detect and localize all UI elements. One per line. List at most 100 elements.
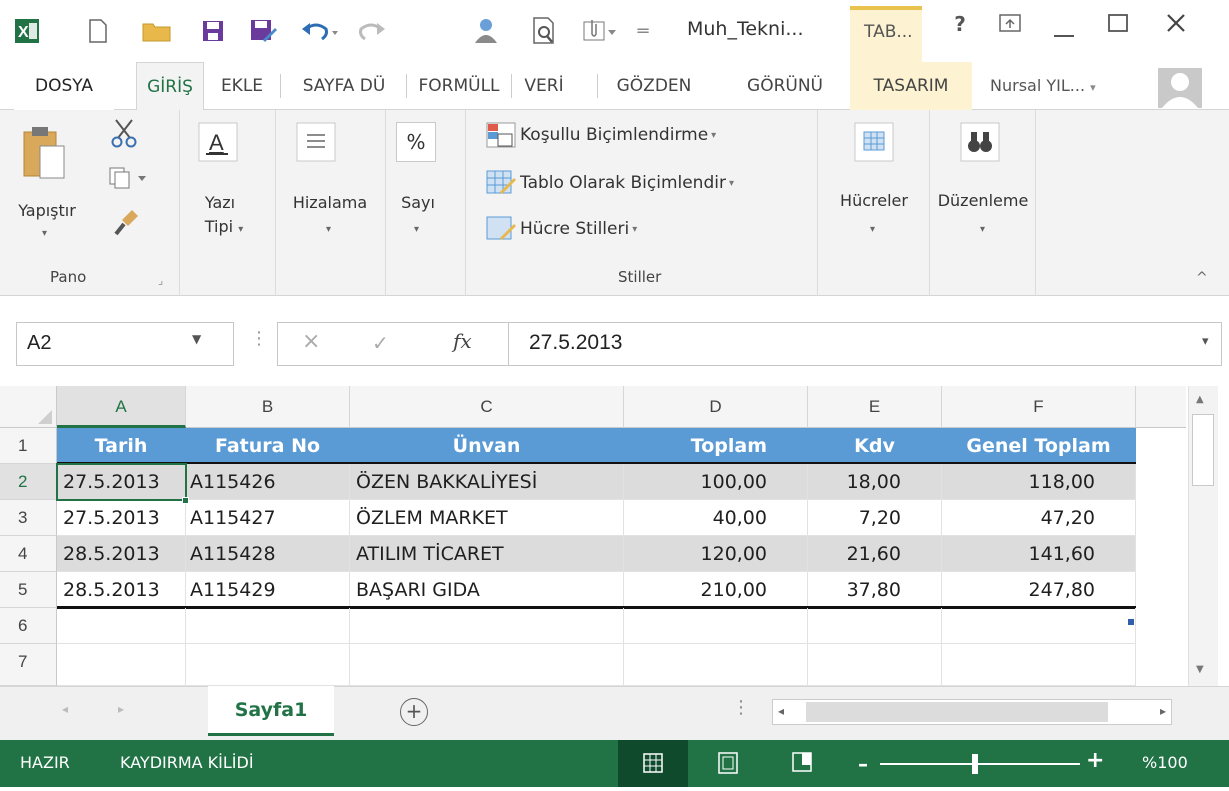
- col-header-g[interactable]: [1136, 386, 1186, 428]
- zoom-out-button[interactable]: –: [858, 752, 868, 776]
- cut-icon[interactable]: [110, 118, 138, 152]
- col-header-c[interactable]: C: [350, 386, 624, 428]
- open-folder-icon[interactable]: [140, 14, 174, 48]
- collapse-ribbon-icon[interactable]: ^: [1196, 270, 1208, 286]
- header-cell-tarih[interactable]: Tarih: [57, 428, 186, 464]
- undo-icon[interactable]: [296, 14, 344, 48]
- active-cell-selection[interactable]: [56, 463, 187, 501]
- empty-cell[interactable]: [186, 608, 350, 644]
- empty-cell[interactable]: [350, 644, 624, 686]
- copy-icon[interactable]: [108, 166, 148, 194]
- formula-input[interactable]: 27.5.2013: [508, 322, 1222, 366]
- table-cell[interactable]: 141,60: [942, 536, 1136, 572]
- row-header-2[interactable]: 2: [0, 464, 57, 500]
- zoom-slider-thumb[interactable]: [972, 754, 978, 774]
- col-header-f[interactable]: F: [942, 386, 1136, 428]
- attach-icon[interactable]: [580, 14, 620, 48]
- vertical-scroll-thumb[interactable]: [1192, 414, 1214, 486]
- normal-view-button[interactable]: [618, 740, 688, 787]
- tab-data[interactable]: VERİ: [514, 62, 574, 110]
- horizontal-scroll-thumb[interactable]: [806, 702, 1108, 722]
- maximize-icon[interactable]: [1098, 12, 1138, 40]
- empty-cell[interactable]: [808, 608, 942, 644]
- format-as-table-button[interactable]: Tablo Olarak Biçimlendir ▾: [486, 168, 734, 198]
- table-cell[interactable]: 210,00: [624, 572, 808, 608]
- table-cell[interactable]: A115429: [186, 572, 350, 608]
- scroll-down-icon[interactable]: ▼: [1196, 664, 1204, 675]
- table-cell[interactable]: ATILIM TİCARET: [350, 536, 624, 572]
- table-cell[interactable]: ÖZEN BAKKALİYESİ: [350, 464, 624, 500]
- col-header-e[interactable]: E: [808, 386, 942, 428]
- row-header-4[interactable]: 4: [0, 536, 57, 572]
- table-cell[interactable]: 37,80: [808, 572, 942, 608]
- print-preview-icon[interactable]: [528, 14, 562, 48]
- sheet-prev-icon[interactable]: ◂: [62, 702, 68, 716]
- tab-file[interactable]: DOSYA: [14, 62, 114, 110]
- name-box-dropdown-icon[interactable]: ▼: [192, 332, 201, 346]
- name-box[interactable]: A2: [16, 322, 234, 366]
- header-cell-fatura-no[interactable]: Fatura No: [186, 428, 350, 464]
- table-cell[interactable]: BAŞARI GIDA: [350, 572, 624, 608]
- scroll-left-icon[interactable]: ◂: [778, 704, 784, 718]
- minimize-icon[interactable]: [1044, 20, 1084, 46]
- new-file-icon[interactable]: [84, 14, 112, 48]
- cells-group[interactable]: Hücreler ▾: [818, 110, 930, 296]
- col-header-b[interactable]: B: [186, 386, 350, 428]
- table-cell[interactable]: ÖZLEM MARKET: [350, 500, 624, 536]
- row-header-3[interactable]: 3: [0, 500, 57, 536]
- table-cell[interactable]: 120,00: [624, 536, 808, 572]
- paste-label[interactable]: Yapıştır: [12, 200, 82, 222]
- table-cell[interactable]: 21,60: [808, 536, 942, 572]
- table-cell[interactable]: 118,00: [942, 464, 1136, 500]
- table-cell[interactable]: 47,20: [942, 500, 1136, 536]
- table-cell[interactable]: 28.5.2013: [57, 536, 186, 572]
- formula-bar-grip-icon[interactable]: ⋮: [250, 328, 268, 349]
- format-painter-icon[interactable]: [114, 208, 140, 240]
- col-header-a[interactable]: A: [57, 386, 186, 428]
- save-as-icon[interactable]: [246, 14, 280, 48]
- tab-insert[interactable]: EKLE: [208, 62, 276, 110]
- redo-icon[interactable]: [355, 14, 389, 48]
- header-cell-genel-toplam[interactable]: Genel Toplam: [942, 428, 1136, 464]
- editing-group[interactable]: Düzenleme ▾: [930, 110, 1036, 296]
- save-icon[interactable]: [196, 14, 230, 48]
- empty-cell[interactable]: [350, 608, 624, 644]
- font-group[interactable]: A Yazı Tipi ▾: [180, 110, 276, 296]
- user-name[interactable]: Nursal YIL... ▾: [990, 62, 1096, 110]
- header-cell-kdv[interactable]: Kdv: [808, 428, 942, 464]
- select-all-button[interactable]: [0, 386, 57, 428]
- row-header-6[interactable]: 6: [0, 608, 57, 644]
- row-header-1[interactable]: 1: [0, 428, 57, 464]
- empty-cell[interactable]: [624, 608, 808, 644]
- help-icon[interactable]: ?: [940, 12, 980, 36]
- zoom-level[interactable]: %100: [1142, 753, 1188, 772]
- table-cell[interactable]: 100,00: [624, 464, 808, 500]
- sheet-tab-sayfa1[interactable]: Sayfa1: [208, 686, 334, 736]
- tab-review[interactable]: GÖZDEN: [600, 62, 708, 110]
- table-cell[interactable]: 28.5.2013: [57, 572, 186, 608]
- empty-cell[interactable]: [57, 644, 186, 686]
- header-cell-unvan[interactable]: Ünvan: [350, 428, 624, 464]
- empty-cell[interactable]: [942, 608, 1136, 644]
- tab-formulas[interactable]: FORMÜLL: [409, 62, 509, 110]
- number-group[interactable]: % Sayı ▾: [386, 110, 466, 296]
- tab-view[interactable]: GÖRÜNÜ: [730, 62, 840, 110]
- close-icon[interactable]: [1156, 12, 1196, 40]
- page-layout-view-icon[interactable]: [716, 752, 740, 778]
- table-cell[interactable]: A115428: [186, 536, 350, 572]
- table-cell[interactable]: A115426: [186, 464, 350, 500]
- empty-cell[interactable]: [624, 644, 808, 686]
- paste-icon[interactable]: [22, 124, 68, 188]
- empty-cell[interactable]: [808, 644, 942, 686]
- zoom-in-button[interactable]: +: [1086, 748, 1104, 773]
- table-cell[interactable]: 7,20: [808, 500, 942, 536]
- tab-design[interactable]: TASARIM: [850, 62, 972, 110]
- tab-page-layout[interactable]: SAYFA DÜ: [283, 62, 405, 110]
- header-cell-toplam[interactable]: Toplam: [624, 428, 808, 464]
- table-cell[interactable]: 247,80: [942, 572, 1136, 608]
- cancel-icon[interactable]: ×: [302, 329, 320, 354]
- ribbon-display-icon[interactable]: [990, 12, 1030, 40]
- sheet-next-icon[interactable]: ▸: [118, 702, 124, 716]
- scroll-up-icon[interactable]: ▲: [1196, 394, 1204, 405]
- table-cell[interactable]: 18,00: [808, 464, 942, 500]
